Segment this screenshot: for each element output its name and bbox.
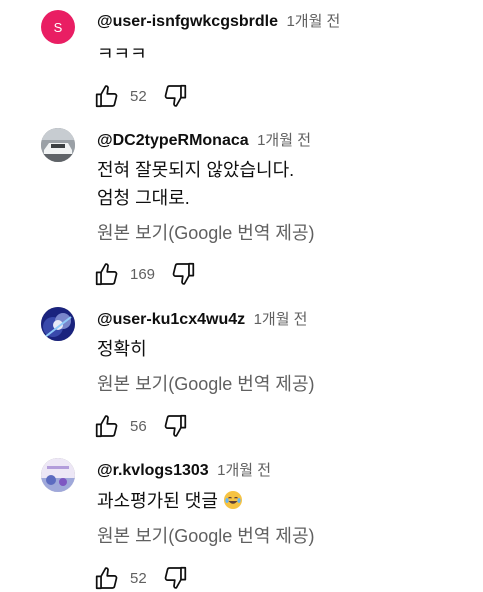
comment-text-content: 과소평가된 댓글 — [97, 491, 218, 511]
comment-time[interactable]: 1개월 전 — [217, 462, 271, 479]
comment-text: ㅋㅋㅋ — [97, 44, 147, 64]
comment-author[interactable]: @DC2typeRMonaca — [97, 132, 249, 149]
thumbs-down-icon — [164, 566, 186, 589]
thumbs-up-icon — [95, 263, 118, 286]
comment-actions: 52 — [93, 81, 189, 111]
see-original-link[interactable]: 원본 보기(Google 번역 제공) — [97, 373, 315, 395]
comment-author[interactable]: @user-ku1cx4wu4z — [97, 311, 245, 328]
like-button[interactable] — [93, 82, 121, 110]
comment-text: 정확히 — [97, 339, 147, 359]
comment-time[interactable]: 1개월 전 — [257, 132, 311, 149]
dislike-button[interactable] — [161, 82, 189, 110]
dislike-button[interactable] — [161, 564, 189, 592]
comment-text: 과소평가된 댓글 — [97, 489, 242, 514]
comments-section: S @user-isnfgwkcgsbrdle 1개월 전 ㅋㅋㅋ 52 @DC… — [0, 0, 483, 592]
thumbs-up-icon — [95, 415, 118, 438]
like-count: 52 — [130, 569, 147, 587]
avatar[interactable]: S — [41, 10, 75, 44]
like-button[interactable] — [93, 412, 121, 440]
comment-header: @DC2typeRMonaca 1개월 전 — [97, 131, 311, 151]
like-button[interactable] — [93, 260, 121, 288]
like-count: 169 — [130, 265, 156, 283]
see-original-link[interactable]: 원본 보기(Google 번역 제공) — [97, 222, 315, 244]
comment-header: @r.kvlogs1303 1개월 전 — [97, 461, 271, 481]
avatar-letter: S — [53, 19, 63, 35]
comment-actions: 52 — [93, 563, 189, 592]
like-count: 52 — [130, 87, 147, 105]
comment-actions: 56 — [93, 411, 189, 441]
thumbs-down-icon — [164, 84, 186, 107]
comment-time[interactable]: 1개월 전 — [254, 311, 308, 328]
thumbs-down-icon — [172, 262, 195, 285]
comment-header: @user-ku1cx4wu4z 1개월 전 — [97, 310, 307, 330]
comment-text: 엄청 그대로. — [97, 188, 190, 208]
avatar[interactable] — [41, 458, 75, 492]
comment-text: 전혀 잘못되지 않았습니다. — [97, 160, 295, 180]
avatar[interactable] — [41, 128, 75, 162]
comment-actions: 169 — [93, 259, 197, 289]
see-original-link[interactable]: 원본 보기(Google 번역 제공) — [97, 525, 315, 547]
comment-header: @user-isnfgwkcgsbrdle 1개월 전 — [97, 12, 340, 32]
thumbs-up-icon — [95, 85, 118, 108]
comment-time[interactable]: 1개월 전 — [286, 13, 340, 30]
dislike-button[interactable] — [161, 412, 189, 440]
avatar[interactable] — [41, 307, 75, 341]
avatar-image — [41, 128, 75, 162]
comment-author[interactable]: @r.kvlogs1303 — [97, 462, 209, 479]
face-with-tears-of-joy-icon — [223, 491, 242, 509]
like-count: 56 — [130, 417, 147, 435]
avatar-image — [41, 458, 75, 492]
thumbs-down-icon — [164, 414, 186, 437]
dislike-button[interactable] — [169, 260, 197, 288]
avatar-image — [41, 307, 75, 341]
comment-author[interactable]: @user-isnfgwkcgsbrdle — [97, 13, 278, 30]
like-button[interactable] — [93, 564, 121, 592]
thumbs-up-icon — [95, 567, 118, 590]
